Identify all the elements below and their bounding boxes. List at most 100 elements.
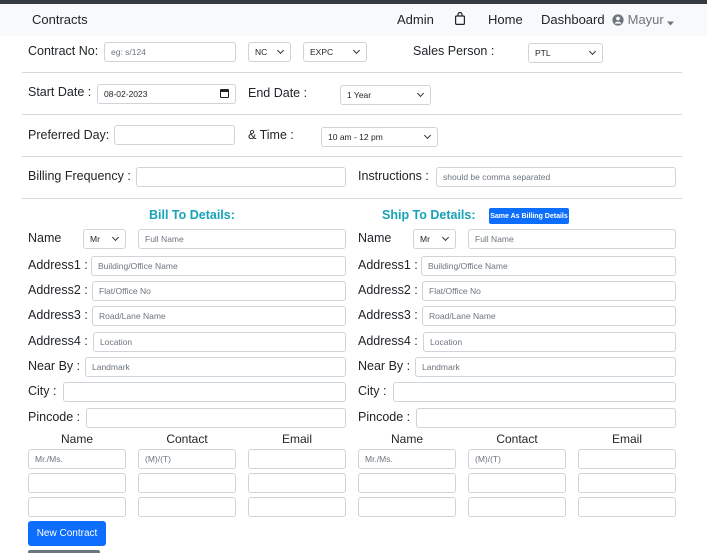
bill-address3-input[interactable]: Road/Lane Name bbox=[92, 306, 346, 326]
ship-pincode-label: Pincode : bbox=[358, 410, 411, 424]
nav-dashboard[interactable]: Dashboard bbox=[541, 12, 605, 27]
bill-full-name-input[interactable]: Full Name bbox=[138, 229, 346, 249]
ship-address1-input[interactable]: Building/Office Name bbox=[421, 256, 676, 276]
sales-person-label: Sales Person : bbox=[413, 44, 495, 58]
ship-contact-email-input-2[interactable] bbox=[578, 473, 676, 493]
chevron-down-icon bbox=[416, 89, 425, 98]
expc-select[interactable]: EXPC bbox=[303, 42, 367, 62]
time-value: 10 am - 12 pm bbox=[328, 132, 383, 142]
ship-nearby-input[interactable]: Landmark bbox=[415, 357, 676, 377]
billing-frequency-label: Billing Frequency : bbox=[28, 169, 131, 183]
bill-contact-name-input[interactable]: Mr./Ms. bbox=[28, 449, 126, 469]
end-date-value: 1 Year bbox=[347, 90, 372, 100]
ship-nearby-label: Near By : bbox=[358, 359, 411, 373]
start-date-value: 08-02-2023 bbox=[104, 89, 148, 99]
billing-frequency-input[interactable] bbox=[136, 167, 346, 187]
bill-contact-phone-input-2[interactable] bbox=[138, 473, 236, 493]
divider bbox=[22, 198, 682, 199]
nc-select-value: NC bbox=[255, 47, 268, 57]
ship-address3-input[interactable]: Road/Lane Name bbox=[422, 306, 676, 326]
sales-person-value: PTL bbox=[535, 48, 551, 58]
bill-address1-label: Address1 : bbox=[28, 258, 88, 272]
ship-contact-contact-header: Contact bbox=[496, 432, 538, 446]
user-name: Mayur bbox=[627, 12, 664, 27]
preferred-day-input[interactable] bbox=[114, 125, 235, 145]
ship-contact-email-input-3[interactable] bbox=[578, 497, 676, 517]
chevron-down-icon bbox=[441, 233, 450, 242]
chevron-down-icon bbox=[423, 131, 432, 140]
contract-no-label: Contract No: bbox=[28, 44, 99, 58]
start-date-input[interactable]: 08-02-2023 bbox=[97, 84, 236, 104]
instructions-label: Instructions : bbox=[358, 169, 429, 183]
bill-nearby-label: Near By : bbox=[28, 359, 81, 373]
bill-salutation-value: Mr bbox=[90, 234, 100, 244]
ship-address1-label: Address1 : bbox=[358, 258, 418, 272]
ship-salutation-value: Mr bbox=[420, 234, 430, 244]
ship-contact-phone-input[interactable]: (M)/(T) bbox=[468, 449, 566, 469]
ship-address4-input[interactable]: Location bbox=[423, 332, 676, 352]
chevron-down-icon bbox=[111, 233, 120, 242]
ship-contact-name-input-3[interactable] bbox=[358, 497, 456, 517]
ship-address3-label: Address3 : bbox=[358, 308, 418, 322]
user-menu[interactable]: Mayur bbox=[612, 12, 675, 27]
bill-contact-phone-input[interactable]: (M)/(T) bbox=[138, 449, 236, 469]
end-date-label: End Date : bbox=[248, 86, 308, 100]
divider bbox=[22, 114, 682, 115]
bill-contact-name-input-2[interactable] bbox=[28, 473, 126, 493]
chevron-down-icon bbox=[352, 46, 361, 55]
ship-city-input[interactable] bbox=[393, 382, 676, 402]
bill-salutation-select[interactable]: Mr bbox=[83, 229, 126, 249]
ship-to-title: Ship To Details: bbox=[382, 208, 476, 222]
bill-pincode-label: Pincode : bbox=[28, 410, 81, 424]
same-as-billing-button[interactable]: Same As Billing Details bbox=[489, 208, 569, 224]
caret-down-icon bbox=[667, 21, 675, 26]
chevron-down-icon bbox=[588, 47, 597, 56]
preferred-day-label: Preferred Day: bbox=[28, 128, 110, 142]
bill-address1-input[interactable]: Building/Office Name bbox=[91, 256, 346, 276]
ship-pincode-input[interactable] bbox=[416, 408, 676, 428]
ship-contact-email-input[interactable] bbox=[578, 449, 676, 469]
nc-select[interactable]: NC bbox=[248, 42, 291, 62]
bill-to-title: Bill To Details: bbox=[149, 208, 235, 222]
bill-address2-input[interactable]: Flat/Office No bbox=[92, 281, 346, 301]
shopping-bag-icon[interactable] bbox=[455, 12, 465, 25]
bill-contact-name-input-3[interactable] bbox=[28, 497, 126, 517]
ship-contact-name-input[interactable]: Mr./Ms. bbox=[358, 449, 456, 469]
bill-address3-label: Address3 : bbox=[28, 308, 88, 322]
divider bbox=[22, 72, 682, 73]
ship-contact-email-header: Email bbox=[611, 432, 642, 446]
bill-contact-phone-input-3[interactable] bbox=[138, 497, 236, 517]
nav-home[interactable]: Home bbox=[488, 12, 523, 27]
ship-full-name-input[interactable]: Full Name bbox=[468, 229, 676, 249]
bill-nearby-input[interactable]: Landmark bbox=[85, 357, 346, 377]
chevron-down-icon bbox=[276, 46, 285, 55]
user-avatar-icon bbox=[612, 14, 624, 26]
start-date-label: Start Date : bbox=[28, 85, 92, 99]
bill-address4-label: Address4 : bbox=[28, 334, 88, 348]
bill-city-input[interactable] bbox=[63, 382, 346, 402]
instructions-input[interactable]: should be comma separated bbox=[436, 167, 676, 187]
calendar-icon[interactable] bbox=[220, 89, 229, 98]
ship-name-label: Name bbox=[358, 231, 392, 245]
ship-contact-phone-input-2[interactable] bbox=[468, 473, 566, 493]
new-contract-button[interactable]: New Contract bbox=[28, 521, 106, 546]
bill-address4-input[interactable]: Location bbox=[93, 332, 346, 352]
ship-salutation-select[interactable]: Mr bbox=[413, 229, 456, 249]
sales-person-select[interactable]: PTL bbox=[528, 43, 603, 63]
contract-no-input[interactable]: eg: s/124 bbox=[104, 42, 236, 62]
ship-contact-phone-input-3[interactable] bbox=[468, 497, 566, 517]
ship-contact-name-input-2[interactable] bbox=[358, 473, 456, 493]
time-select[interactable]: 10 am - 12 pm bbox=[321, 127, 438, 147]
bill-city-label: City : bbox=[28, 384, 57, 398]
brand-link[interactable]: Contracts bbox=[32, 12, 88, 27]
ship-address4-label: Address4 : bbox=[358, 334, 418, 348]
nav-admin[interactable]: Admin bbox=[397, 12, 434, 27]
end-date-select[interactable]: 1 Year bbox=[340, 85, 431, 105]
bill-contact-name-header: Name bbox=[60, 432, 93, 446]
bill-contact-email-input-3[interactable] bbox=[248, 497, 346, 517]
ship-city-label: City : bbox=[358, 384, 387, 398]
bill-pincode-input[interactable] bbox=[86, 408, 346, 428]
ship-address2-input[interactable]: Flat/Office No bbox=[422, 281, 676, 301]
bill-contact-email-input[interactable] bbox=[248, 449, 346, 469]
bill-contact-email-input-2[interactable] bbox=[248, 473, 346, 493]
